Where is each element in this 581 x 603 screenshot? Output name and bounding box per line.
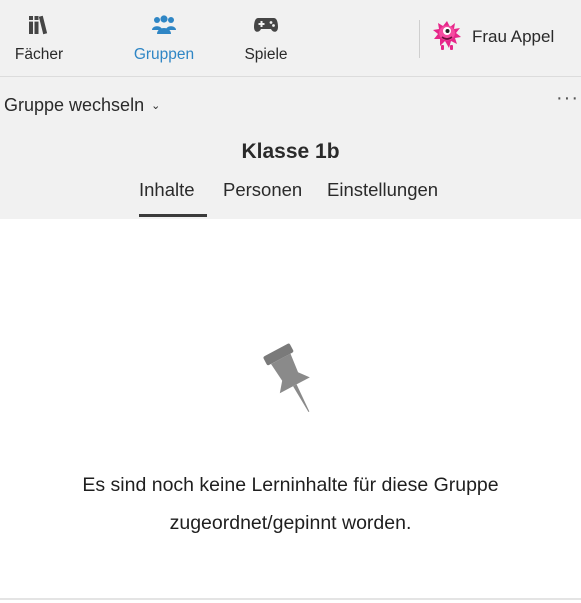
active-tab-indicator <box>139 214 207 217</box>
app-window: Fächer Gruppen Spiele Frau Appel Gruppe … <box>0 0 581 603</box>
bottom-border <box>0 598 581 600</box>
nav-divider <box>419 20 420 58</box>
profile-name: Frau Appel <box>472 27 555 46</box>
empty-state-message: Es sind noch keine Lerninhalte für diese… <box>0 466 581 542</box>
group-tabs: Inhalte Personen Einstellungen <box>0 179 581 219</box>
switch-group-label: Gruppe wechseln <box>4 95 145 115</box>
tab-inhalte[interactable]: Inhalte <box>139 179 195 201</box>
tab-personen[interactable]: Personen <box>223 179 302 201</box>
nav-item-gruppen[interactable]: Gruppen <box>126 0 202 76</box>
nav-item-spiele[interactable]: Spiele <box>236 0 296 76</box>
top-navigation: Fächer Gruppen Spiele Frau Appel <box>0 0 581 77</box>
tab-einstellungen[interactable]: Einstellungen <box>327 179 438 201</box>
avatar <box>432 19 462 56</box>
empty-state-line: Es sind noch keine Lerninhalte für diese… <box>82 474 499 496</box>
pin-icon <box>263 340 321 427</box>
profile-menu[interactable]: Frau Appel <box>432 20 554 54</box>
switch-group-button[interactable]: Gruppe wechseln ⌄ <box>4 95 160 116</box>
nav-label: Spiele <box>244 46 288 63</box>
chevron-down-icon: ⌄ <box>151 100 161 112</box>
group-title: Klasse 1b <box>241 140 340 163</box>
empty-state-line: zugeordnet/gepinnt worden. <box>169 512 412 534</box>
group-header: Gruppe wechseln ⌄ ··· Klasse 1b Inhalte P… <box>0 77 581 219</box>
nav-label: Fächer <box>14 46 64 63</box>
more-options-button[interactable]: ··· <box>556 87 579 110</box>
group-icon <box>152 15 176 40</box>
books-icon <box>28 15 50 40</box>
gamepad-icon <box>254 15 278 40</box>
nav-label: Gruppen <box>133 46 195 63</box>
nav-item-faecher[interactable]: Fächer <box>6 0 72 76</box>
